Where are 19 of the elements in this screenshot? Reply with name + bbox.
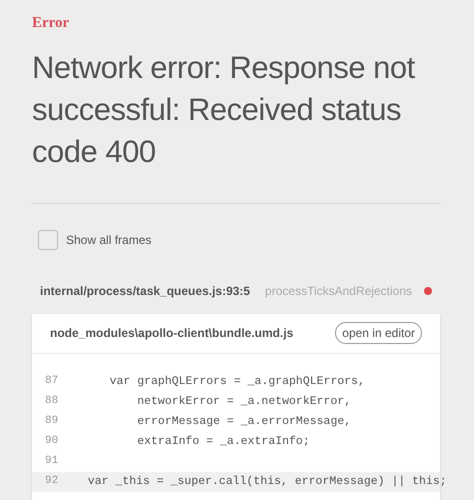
code-text: var graphQLErrors = _a.graphQLErrors, — [108, 374, 365, 390]
function-name: processTicksAndRejections — [265, 282, 412, 300]
code-text: extraInfo = _a.extraInfo; — [136, 434, 310, 450]
line-number: 91 — [44, 454, 60, 470]
error-title: Network error: Response not successful: Received status code 400 — [32, 48, 416, 170]
code-text: networkError = _a.networkError, — [136, 394, 352, 410]
line-number: 92 — [44, 474, 58, 490]
error-label: Error — [32, 14, 70, 33]
frame-location[interactable]: internal/process/task_queues.js:93:5 — [40, 282, 250, 300]
checkbox[interactable] — [38, 230, 58, 250]
line-number: 88 — [44, 394, 60, 410]
open-in-editor-button[interactable]: open in editor — [335, 322, 422, 344]
code-text: var _this = _super.call(this, errorMessage) || this; — [86, 474, 447, 490]
code-text: errorMessage = _a.errorMessage, — [136, 414, 352, 430]
checkbox-label: Show all frames — [66, 232, 152, 248]
line-number: 90 — [44, 434, 60, 450]
file-path: node_modules\apollo-client\bundle.umd.js — [50, 325, 294, 342]
line-number: 89 — [44, 414, 60, 430]
line-number: 87 — [44, 374, 60, 390]
